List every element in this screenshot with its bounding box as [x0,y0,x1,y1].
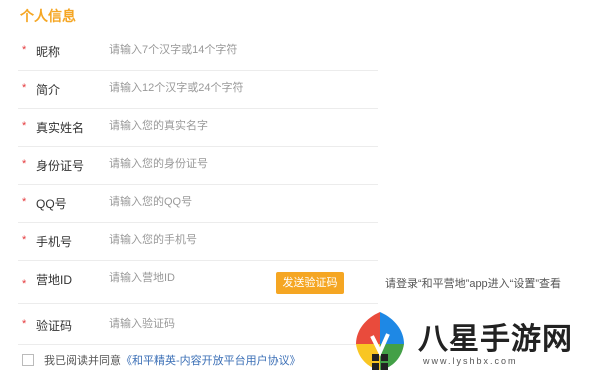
id-number-input[interactable] [109,152,369,176]
id-number-label: 身份证号 [36,159,85,173]
watermark-logo-icon [356,312,404,370]
agreement-prefix: 我已阅读并同意 [44,355,121,367]
real-name-input[interactable] [109,114,369,138]
watermark-url: www.lyshbx.com [423,356,518,366]
form-row-qq: * QQ号 [18,184,378,223]
qq-label: QQ号 [36,197,67,211]
camp-id-hint: 请登录“和平营地”app进入“设置”查看 [385,278,562,290]
qq-input[interactable] [109,190,369,214]
send-code-button[interactable]: 发送验证码 [276,272,344,294]
required-mark: * [22,234,27,246]
form-row-id-number: * 身份证号 [18,146,378,185]
form-row-bio: * 简介 [18,70,378,109]
agreement-link[interactable]: 《和平精英-内容开放平台用户协议》 [121,352,301,368]
nickname-input[interactable] [109,38,369,62]
real-name-label: 真实姓名 [36,121,85,135]
nickname-label: 昵称 [36,45,61,59]
agreement-row: 我已阅读并同意 《和平精英-内容开放平台用户协议》 [22,352,301,368]
agree-checkbox[interactable] [22,354,34,366]
required-mark: * [22,278,27,290]
required-mark: * [22,120,27,132]
required-mark: * [22,318,27,330]
bio-label: 简介 [36,83,61,97]
form-row-phone: * 手机号 [18,222,378,261]
required-mark: * [22,44,27,56]
form-row-verify-code: * 验证码 [18,306,378,345]
bio-input[interactable] [109,76,369,100]
verify-code-label: 验证码 [36,319,73,333]
required-mark: * [22,82,27,94]
phone-label: 手机号 [36,235,73,249]
form-row-real-name: * 真实姓名 [18,108,378,147]
phone-input[interactable] [109,228,369,252]
watermark-site-name: 八星手游网 [418,323,573,356]
required-mark: * [22,196,27,208]
required-mark: * [22,158,27,170]
verify-code-input[interactable] [109,312,369,336]
section-title: 个人信息 [20,8,76,24]
site-watermark: 八星手游网 www.lyshbx.com [350,308,600,373]
form-row-nickname: * 昵称 [18,32,378,71]
camp-id-label: 营地ID [36,273,73,287]
